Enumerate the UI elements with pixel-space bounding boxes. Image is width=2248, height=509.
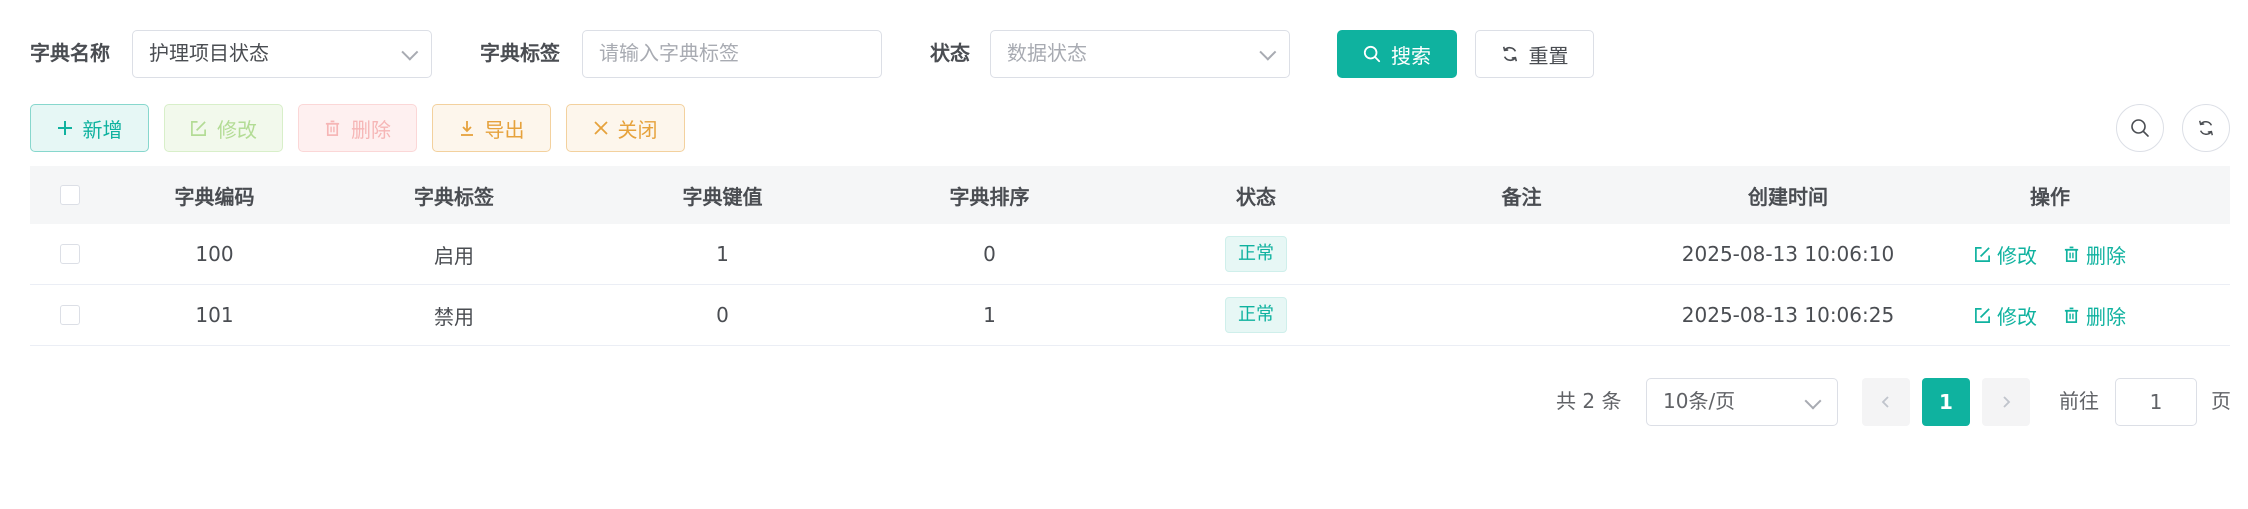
chevron-down-icon — [401, 43, 419, 61]
column-header: 字典键值 — [682, 184, 763, 209]
edit-button-label: 修改 — [217, 117, 257, 142]
search-button-label: 搜索 — [1391, 43, 1431, 68]
close-button-label: 关闭 — [617, 117, 658, 142]
export-button-label: 导出 — [484, 117, 525, 142]
chevron-right-icon — [2003, 396, 2011, 408]
status-select[interactable]: 数据状态 — [990, 30, 1290, 78]
row-edit-link[interactable]: 修改 — [1974, 301, 2037, 330]
column-header: 字典编码 — [174, 184, 255, 209]
goto-suffix: 页 — [2211, 389, 2231, 413]
cell-key: 1 — [716, 242, 729, 266]
trash-icon — [325, 120, 340, 136]
row-delete-label: 删除 — [2086, 243, 2126, 268]
column-header: 创建时间 — [1748, 184, 1828, 209]
add-button-label: 新增 — [82, 117, 123, 142]
row-checkbox[interactable] — [60, 244, 80, 264]
reset-button[interactable]: 重置 — [1475, 30, 1594, 78]
search-button[interactable]: 搜索 — [1337, 30, 1457, 78]
cell-code: 101 — [195, 303, 234, 327]
table-row: 100 启用 1 0 正常 2025-08-13 10:06:10 修改 删除 — [30, 224, 2230, 285]
dict-name-value: 护理项目状态 — [149, 41, 269, 65]
select-all-cell — [30, 185, 110, 205]
column-header: 状态 — [1236, 184, 1276, 209]
dict-name-label: 字典名称 — [30, 41, 110, 65]
refresh-icon — [2199, 120, 2213, 136]
edit-button[interactable]: 修改 — [164, 104, 283, 152]
page-size-value: 10条/页 — [1663, 389, 1736, 413]
column-header: 备注 — [1501, 184, 1542, 209]
row-edit-label: 修改 — [1997, 304, 2037, 329]
reset-button-label: 重置 — [1528, 43, 1569, 68]
close-button[interactable]: 关闭 — [566, 104, 685, 152]
add-button[interactable]: 新增 — [30, 104, 149, 152]
table-row: 101 禁用 0 1 正常 2025-08-13 10:06:25 修改 删除 — [30, 285, 2230, 346]
download-icon — [460, 121, 473, 136]
search-icon — [2131, 119, 2149, 137]
cell-code: 100 — [195, 242, 234, 266]
cell-label: 禁用 — [434, 304, 474, 329]
row-delete-label: 删除 — [2086, 304, 2126, 329]
refresh-icon — [1502, 46, 1517, 62]
status-label: 状态 — [930, 41, 970, 65]
column-header: 字典排序 — [949, 184, 1030, 209]
cell-created: 2025-08-13 10:06:10 — [1681, 242, 1895, 266]
cell-key: 0 — [716, 303, 729, 327]
goto-prefix: 前往 — [2059, 389, 2099, 413]
pagination-total: 共 2 条 — [1556, 389, 1622, 413]
edit-icon — [1975, 246, 1990, 262]
edit-icon — [191, 120, 206, 136]
trash-icon — [2064, 246, 2079, 262]
dict-label-input[interactable] — [599, 41, 881, 65]
search-icon — [1363, 45, 1381, 63]
next-page-button[interactable] — [1982, 378, 2030, 426]
close-icon — [593, 121, 608, 135]
select-all-checkbox[interactable] — [60, 185, 80, 205]
refresh-button[interactable] — [2182, 104, 2230, 152]
page-number-button[interactable]: 1 — [1922, 378, 1970, 426]
cell-status: 正常 — [1123, 297, 1389, 333]
page-size-select[interactable]: 10条/页 — [1646, 378, 1838, 426]
row-select-cell — [30, 244, 110, 264]
delete-button[interactable]: 删除 — [298, 104, 417, 152]
dict-label-field[interactable] — [582, 30, 882, 78]
column-header: 操作 — [2030, 184, 2070, 209]
row-edit-label: 修改 — [1997, 243, 2037, 268]
cell-created: 2025-08-13 10:06:25 — [1681, 303, 1895, 327]
row-checkbox[interactable] — [60, 305, 80, 325]
edit-icon — [1975, 307, 1990, 323]
delete-button-label: 删除 — [351, 117, 391, 142]
prev-page-button[interactable] — [1862, 378, 1910, 426]
plus-icon — [57, 121, 72, 135]
chevron-down-icon — [1804, 392, 1822, 410]
status-badge: 正常 — [1225, 236, 1287, 272]
cell-sort: 1 — [983, 303, 996, 327]
status-badge: 正常 — [1225, 297, 1287, 333]
row-delete-link[interactable]: 删除 — [2063, 240, 2126, 269]
cell-sort: 0 — [983, 242, 996, 266]
cell-ops: 修改 删除 — [1922, 301, 2178, 330]
dict-data-table: 字典编码 字典标签 字典键值 字典排序 状态 备注 创建时间 操作 100 启用… — [30, 166, 2230, 346]
goto-page-field[interactable] — [2115, 378, 2197, 426]
row-select-cell — [30, 305, 110, 325]
dict-name-select[interactable]: 护理项目状态 — [132, 30, 432, 78]
goto-page-input[interactable] — [2116, 379, 2196, 425]
row-delete-link[interactable]: 删除 — [2063, 301, 2126, 330]
chevron-down-icon — [1259, 43, 1277, 61]
dict-label-label: 字典标签 — [480, 41, 560, 65]
export-button[interactable]: 导出 — [432, 104, 551, 152]
cell-label: 启用 — [434, 243, 474, 268]
chevron-left-icon — [1881, 396, 1889, 408]
table-header: 字典编码 字典标签 字典键值 字典排序 状态 备注 创建时间 操作 — [30, 166, 2230, 224]
row-edit-link[interactable]: 修改 — [1974, 240, 2037, 269]
cell-status: 正常 — [1123, 236, 1389, 272]
toggle-search-button[interactable] — [2116, 104, 2164, 152]
trash-icon — [2064, 307, 2079, 323]
status-placeholder: 数据状态 — [1007, 41, 1087, 65]
cell-ops: 修改 删除 — [1922, 240, 2178, 269]
column-header: 字典标签 — [414, 184, 494, 209]
